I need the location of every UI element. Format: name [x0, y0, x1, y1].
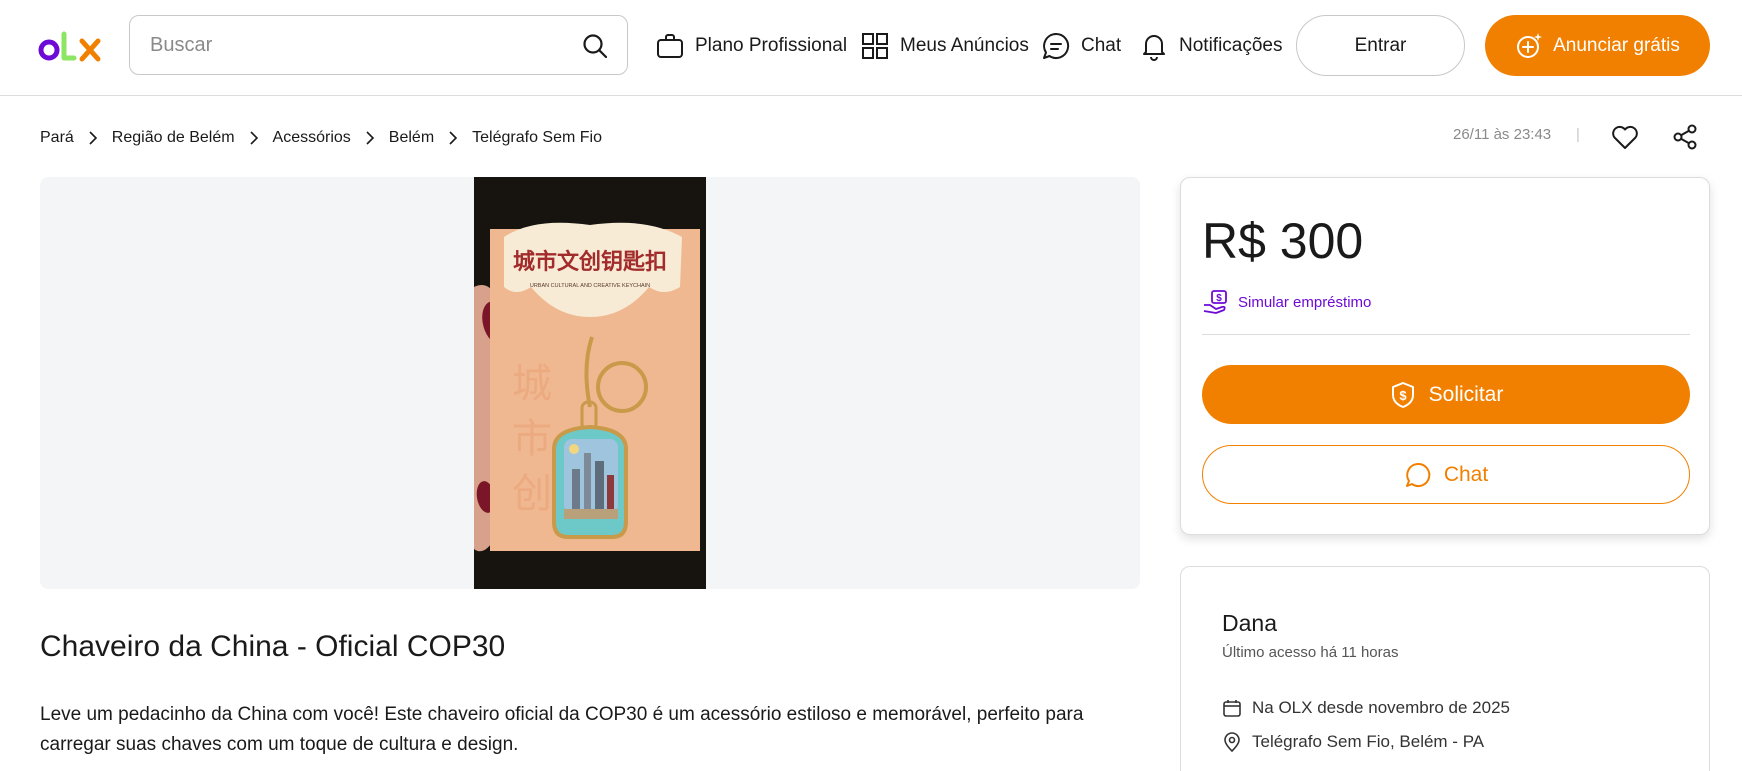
chevron-right-icon — [449, 131, 458, 145]
nav-label: Meus Anúncios — [900, 35, 1029, 56]
money-hand-icon: $ — [1203, 290, 1227, 314]
svg-text:$: $ — [1216, 293, 1222, 304]
calendar-icon — [1223, 700, 1241, 717]
search-box[interactable] — [129, 15, 628, 75]
grid-icon — [862, 33, 888, 59]
share-icon — [1673, 124, 1697, 150]
chevron-right-icon — [366, 131, 374, 145]
breadcrumb-item[interactable]: Região de Belém — [112, 129, 235, 147]
nav-meus-anuncios[interactable]: Meus Anúncios — [860, 28, 1029, 64]
breadcrumb-item[interactable]: Telégrafo Sem Fio — [472, 129, 602, 147]
simulate-loan-link[interactable]: $ Simular empréstimo — [1202, 289, 1371, 315]
breadcrumb: Pará Região de Belém Acessórios Belém Te… — [40, 126, 602, 150]
chat-bubble-icon — [1405, 462, 1431, 487]
olx-logo[interactable] — [38, 28, 104, 64]
nav-notificacoes[interactable]: Notificações — [1139, 28, 1283, 64]
divider — [1202, 334, 1690, 335]
search-input[interactable] — [150, 30, 550, 60]
seller-location: Telégrafo Sem Fio, Belém - PA — [1222, 732, 1484, 752]
request-label: Solicitar — [1428, 382, 1504, 406]
share-button[interactable] — [1668, 120, 1702, 154]
ad-title: Chaveiro da China - Oficial COP30 — [40, 630, 506, 663]
location-text: Telégrafo Sem Fio, Belém - PA — [1252, 732, 1485, 751]
heart-icon — [1612, 125, 1638, 149]
photo-text-en: URBAN CULTURAL AND CREATIVE KEYCHAIN — [530, 283, 650, 289]
posted-date: 26/11 às 23:43 — [1453, 126, 1552, 143]
shield-dollar-icon: $ — [1391, 381, 1414, 408]
svg-text:城: 城 — [512, 361, 552, 407]
nav-label: Notificações — [1179, 35, 1283, 56]
breadcrumb-item[interactable]: Pará — [40, 129, 74, 147]
price-value: R$ 300 — [1202, 213, 1364, 269]
bell-icon — [1143, 35, 1165, 61]
nav-label: Chat — [1081, 35, 1122, 56]
breadcrumb-item[interactable]: Acessórios — [273, 129, 351, 147]
breadcrumb-item[interactable]: Belém — [389, 129, 434, 147]
product-photo[interactable]: 城市文创钥匙扣 URBAN CULTURAL AND CREATIVE KEYC… — [474, 177, 706, 589]
search-icon[interactable] — [581, 32, 609, 60]
request-button[interactable]: $ Solicitar — [1202, 365, 1690, 424]
svg-text:$: $ — [1399, 388, 1407, 403]
chat-bubble-icon — [1043, 32, 1070, 59]
nav-plano-profissional[interactable]: Plano Profissional — [655, 28, 847, 64]
simulate-loan-label: Simular empréstimo — [1238, 293, 1372, 311]
nav-label: Plano Profissional — [695, 35, 848, 56]
briefcase-icon — [657, 34, 683, 58]
svg-text:市: 市 — [512, 416, 552, 462]
post-ad-label: Anunciar grátis — [1553, 34, 1680, 56]
price-card: R$ 300 $ Simular empréstimo $ Solicitar … — [1180, 177, 1710, 535]
photo-gallery[interactable]: 城市文创钥匙扣 URBAN CULTURAL AND CREATIVE KEYC… — [40, 177, 1140, 589]
chevron-right-icon — [249, 131, 258, 145]
location-pin-icon — [1224, 732, 1240, 752]
favorite-button[interactable] — [1608, 120, 1642, 154]
member-since-text: Na OLX desde novembro de 2025 — [1252, 698, 1511, 717]
top-header: Plano Profissional Meus Anúncios Chat No… — [0, 0, 1742, 96]
ad-description: Leve um pedacinho da China com você! Est… — [40, 704, 1084, 755]
svg-text:创: 创 — [512, 471, 552, 517]
nav-chat[interactable]: Chat — [1041, 28, 1121, 64]
chat-label: Chat — [1443, 462, 1489, 486]
seller-name[interactable]: Dana — [1222, 610, 1277, 637]
seller-last-access: Último acesso há 11 horas — [1222, 644, 1399, 661]
photo-text-cn: 城市文创钥匙扣 — [513, 249, 667, 275]
meta-separator: | — [1576, 126, 1580, 143]
chat-button[interactable]: Chat — [1202, 445, 1690, 504]
chevron-right-icon — [89, 131, 97, 145]
login-button[interactable]: Entrar — [1296, 15, 1465, 76]
seller-card: Dana Último acesso há 11 horas Na OLX de… — [1180, 566, 1710, 771]
sparkle-plus-icon — [1517, 32, 1543, 58]
seller-member-since: Na OLX desde novembro de 2025 — [1222, 698, 1510, 718]
post-ad-button[interactable]: Anunciar grátis — [1485, 15, 1710, 76]
